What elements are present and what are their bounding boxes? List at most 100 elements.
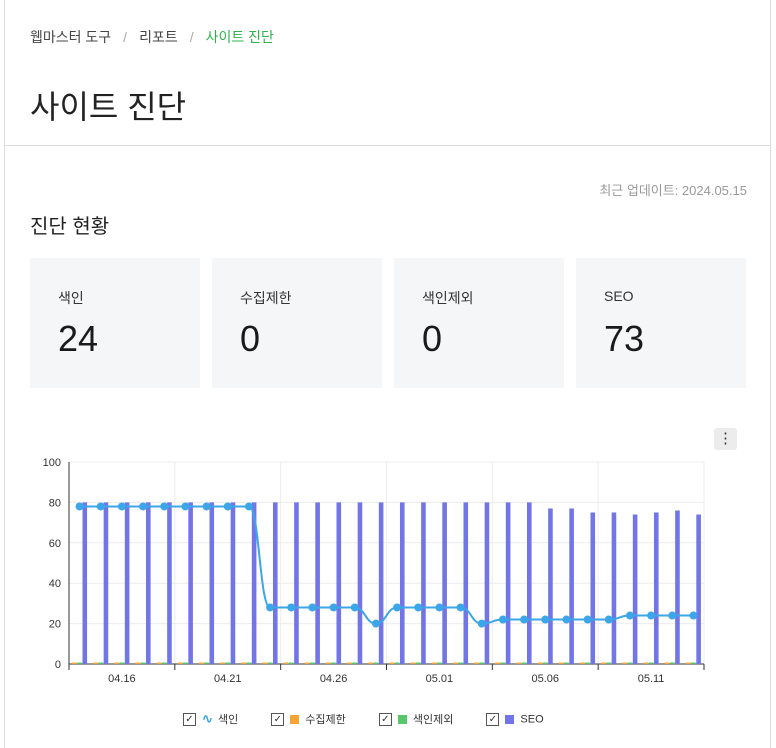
bar-excluded: [98, 662, 104, 664]
page-title: 사이트 진단: [30, 89, 187, 125]
bar-excluded: [542, 662, 548, 664]
x-tick-label: 05.11: [638, 673, 665, 685]
y-tick-label: 0: [55, 659, 61, 671]
card-index: 색인 24: [30, 258, 200, 388]
bar-crawl-limit: [93, 662, 98, 664]
bar-seo: [294, 502, 299, 664]
bar-seo: [675, 510, 680, 664]
point-index: [689, 611, 698, 620]
point-index: [625, 611, 634, 620]
bar-excluded: [161, 662, 167, 664]
bar-crawl-limit: [283, 662, 289, 664]
legend-label: 색인: [218, 714, 239, 726]
bar-excluded: [204, 662, 209, 664]
checkbox-checked-icon[interactable]: ✓: [378, 712, 392, 726]
legend-item-index[interactable]: ✓ ∿ 색인: [183, 711, 238, 727]
point-index: [393, 603, 402, 612]
breadcrumb-current: 사이트 진단: [205, 29, 274, 45]
bar-crawl-limit: [516, 662, 522, 664]
bar-seo: [548, 508, 553, 664]
bar-crawl-limit: [431, 662, 437, 664]
point-index: [308, 603, 317, 612]
bar-crawl-limit: [685, 662, 691, 664]
point-index: [604, 615, 613, 624]
bar-crawl-limit: [220, 662, 225, 664]
bar-excluded: [521, 662, 527, 664]
point-index: [435, 603, 444, 612]
point-index: [350, 603, 359, 612]
bar-seo: [463, 502, 469, 664]
bar-excluded: [479, 662, 485, 664]
bar-seo: [378, 502, 384, 664]
bar-crawl-limit: [622, 662, 628, 664]
bar-seo: [103, 502, 109, 664]
breadcrumb-item-report[interactable]: 리포트: [139, 29, 178, 45]
bar-excluded: [500, 662, 506, 664]
point-index: [668, 611, 677, 620]
point-index: [266, 603, 275, 612]
bar-seo: [209, 502, 215, 664]
point-index: [562, 615, 571, 624]
point-index: [520, 615, 529, 624]
breadcrumb-item-webmaster-tools[interactable]: 웹마스터 도구: [30, 29, 111, 45]
bar-crawl-limit: [304, 662, 310, 664]
chart-legend: ✓ ∿ 색인 ✓ 수집제한 ✓ 색인제외 ✓ SEO: [183, 711, 574, 727]
legend-label: SEO: [520, 713, 544, 725]
point-index: [498, 615, 507, 624]
bar-excluded: [648, 662, 654, 664]
bar-seo: [357, 502, 363, 664]
bar-crawl-limit: [368, 662, 374, 664]
y-tick-label: 40: [49, 578, 61, 590]
checkbox-checked-icon[interactable]: ✓: [183, 712, 196, 726]
breadcrumb-separator: /: [123, 29, 128, 45]
bar-crawl-limit: [580, 662, 585, 664]
bar-seo: [484, 502, 490, 664]
legend-item-excluded[interactable]: ✓ 색인제외: [378, 711, 454, 727]
card-excluded: 색인제외 0: [394, 258, 564, 388]
section-title: 진단 현황: [30, 216, 110, 238]
card-seo: SEO 73: [576, 258, 746, 388]
bar-seo: [272, 502, 278, 664]
bar-excluded: [119, 662, 125, 664]
card-label: 수집제한: [240, 290, 292, 306]
bar-excluded: [352, 662, 358, 664]
bar-seo: [230, 502, 236, 664]
bar-crawl-limit: [177, 662, 183, 664]
checkbox-checked-icon[interactable]: ✓: [271, 712, 285, 726]
bar-excluded: [373, 662, 379, 664]
breadcrumb: 웹마스터 도구 / 리포트 / 사이트 진단: [30, 27, 274, 47]
bar-crawl-limit: [326, 662, 331, 664]
card-label: 색인: [58, 290, 84, 306]
bar-seo: [82, 502, 88, 664]
legend-item-crawl-limit[interactable]: ✓ 수집제한: [271, 711, 346, 727]
point-index: [647, 611, 656, 620]
bar-seo: [696, 514, 701, 664]
point-index: [96, 502, 105, 511]
point-index: [287, 603, 296, 612]
point-index: [414, 603, 423, 612]
bar-excluded: [606, 662, 612, 664]
bar-seo: [167, 502, 172, 664]
card-label: SEO: [604, 288, 634, 304]
bar-seo: [315, 502, 320, 664]
bar-excluded: [669, 662, 675, 664]
checkbox-checked-icon[interactable]: ✓: [486, 712, 500, 726]
bar-excluded: [627, 662, 633, 664]
bar-seo: [442, 502, 447, 664]
point-index: [117, 502, 126, 511]
bar-seo: [569, 508, 574, 664]
bar-crawl-limit: [601, 662, 606, 664]
bar-crawl-limit: [453, 662, 458, 664]
legend-item-seo[interactable]: ✓ SEO: [486, 712, 544, 726]
legend-label: 색인제외: [412, 714, 454, 726]
bar-crawl-limit: [474, 662, 479, 664]
bar-excluded: [288, 662, 294, 664]
diagnosis-chart: 0 20 40 60 80 100 04.16 04.21 04.26 05.01 05.06 05.…: [43, 457, 705, 685]
bar-seo: [632, 514, 638, 664]
x-tick-label: 04.21: [214, 673, 242, 685]
bar-excluded: [331, 662, 336, 664]
point-index: [477, 619, 486, 628]
bar-excluded: [564, 662, 569, 664]
bar-seo: [188, 502, 193, 664]
page-header: 웹마스터 도구 / 리포트 / 사이트 진단 사이트 진단: [5, 0, 770, 146]
